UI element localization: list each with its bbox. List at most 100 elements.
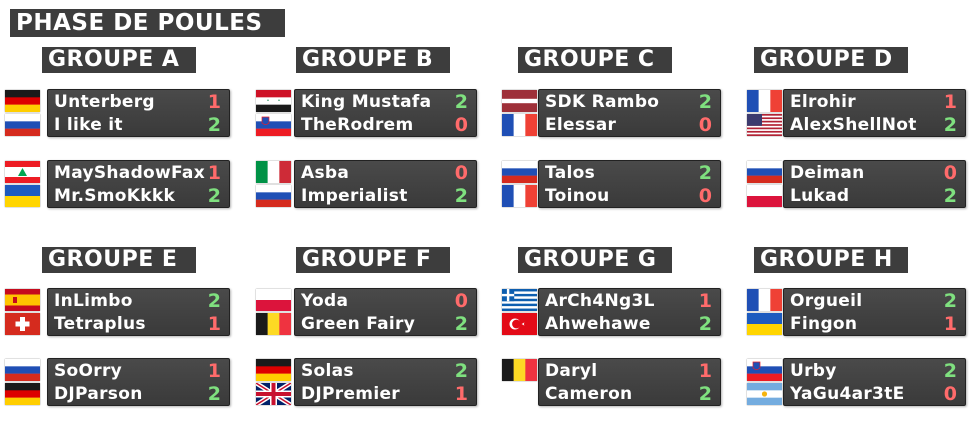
player-row: DJPremier 1 xyxy=(295,383,476,406)
latvia-flag-icon xyxy=(502,90,537,112)
usa-flag-icon xyxy=(747,114,782,136)
player-score: 0 xyxy=(454,162,468,184)
player-score: 1 xyxy=(207,162,221,184)
france-flag-icon xyxy=(747,90,782,112)
match-card[interactable]: Solas 2 DJPremier 1 xyxy=(294,358,477,406)
group-title: GROUPE G xyxy=(518,247,672,273)
player-score: 2 xyxy=(698,162,712,184)
group-title: GROUPE D xyxy=(754,47,908,73)
player-name: Unterberg xyxy=(54,92,155,112)
player-name: Urby xyxy=(790,361,837,381)
france-flag-icon xyxy=(502,114,537,136)
player-score: 2 xyxy=(698,91,712,113)
player-row: InLimbo 2 xyxy=(48,290,229,313)
slovenia-flag-icon xyxy=(256,114,291,136)
slovenia-flag-icon xyxy=(747,359,782,381)
player-row: Talos 2 xyxy=(539,162,720,185)
poland-flag-icon xyxy=(256,289,291,311)
match-card[interactable]: Daryl 1 Cameron 2 xyxy=(538,358,721,406)
player-score: 2 xyxy=(454,313,468,335)
russia-flag-icon xyxy=(5,114,40,136)
france-flag-icon xyxy=(747,289,782,311)
argentina-flag-icon xyxy=(747,383,782,405)
germany-flag-icon xyxy=(256,359,291,381)
player-score: 2 xyxy=(454,185,468,207)
player-score: 0 xyxy=(698,114,712,136)
match-card[interactable]: MayShadowFax 1 Mr.SmoKkkk 2 xyxy=(47,160,230,208)
player-name: Lukad xyxy=(790,186,850,206)
group-title: GROUPE F xyxy=(296,247,450,273)
player-name: DJParson xyxy=(54,384,143,404)
match-card[interactable]: Unterberg 1 I like it 2 xyxy=(47,89,230,137)
player-name: DJPremier xyxy=(301,384,400,404)
page-title: PHASE DE POULES xyxy=(10,9,285,37)
player-row: ArCh4Ng3L 1 xyxy=(539,290,720,313)
player-row: SoOrry 1 xyxy=(48,360,229,383)
player-row: Deiman 0 xyxy=(784,162,965,185)
player-row: Yoda 0 xyxy=(295,290,476,313)
italy-flag-icon xyxy=(256,161,291,183)
france-flag-icon xyxy=(502,185,537,207)
player-name: Solas xyxy=(301,361,354,381)
group-title: GROUPE H xyxy=(754,247,908,273)
player-score: 1 xyxy=(207,360,221,382)
match-card[interactable]: King Mustafa 2 TheRodrem 0 xyxy=(294,89,477,137)
match-card[interactable]: Deiman 0 Lukad 2 xyxy=(783,160,966,208)
player-row: Mr.SmoKkkk 2 xyxy=(48,185,229,208)
belgium-flag-icon xyxy=(256,313,291,335)
player-row: Elessar 0 xyxy=(539,114,720,137)
player-row: Urby 2 xyxy=(784,360,965,383)
player-score: 2 xyxy=(943,185,957,207)
player-score: 2 xyxy=(207,185,221,207)
player-score: 1 xyxy=(943,91,957,113)
ukraine-flag-icon xyxy=(5,185,40,207)
player-score: 0 xyxy=(943,383,957,405)
syria-flag-icon xyxy=(256,90,291,112)
player-name: Tetraplus xyxy=(54,314,146,334)
player-score: 2 xyxy=(943,290,957,312)
player-score: 0 xyxy=(698,185,712,207)
player-row: I like it 2 xyxy=(48,114,229,137)
match-card[interactable]: Elrohir 1 AlexShellNot 2 xyxy=(783,89,966,137)
match-card[interactable]: SDK Rambo 2 Elessar 0 xyxy=(538,89,721,137)
player-row: Orgueil 2 xyxy=(784,290,965,313)
player-score: 1 xyxy=(943,313,957,335)
player-name: YaGu4ar3tE xyxy=(790,384,905,404)
match-card[interactable]: ArCh4Ng3L 1 Ahwehawe 2 xyxy=(538,288,721,336)
russia-flag-icon xyxy=(747,161,782,183)
player-row: Fingon 1 xyxy=(784,313,965,336)
match-card[interactable]: Asba 0 Imperialist 2 xyxy=(294,160,477,208)
player-score: 2 xyxy=(943,114,957,136)
lebanon-flag-icon xyxy=(5,161,40,183)
player-score: 2 xyxy=(698,313,712,335)
player-name: Deiman xyxy=(790,163,865,183)
match-card[interactable]: Yoda 0 Green Fairy 2 xyxy=(294,288,477,336)
player-score: 2 xyxy=(454,91,468,113)
player-row: Elrohir 1 xyxy=(784,91,965,114)
greece-flag-icon xyxy=(502,289,537,311)
player-name: Imperialist xyxy=(301,186,408,206)
player-name: Mr.SmoKkkk xyxy=(54,186,176,206)
player-name: SDK Rambo xyxy=(545,92,660,112)
match-card[interactable]: SoOrry 1 DJParson 2 xyxy=(47,358,230,406)
player-score: 1 xyxy=(454,383,468,405)
player-score: 1 xyxy=(207,91,221,113)
turkey-flag-icon xyxy=(502,313,537,335)
player-name: Elessar xyxy=(545,115,617,135)
player-name: InLimbo xyxy=(54,291,133,311)
player-name: Ahwehawe xyxy=(545,314,651,334)
russia-flag-icon xyxy=(502,161,537,183)
player-name: MayShadowFax xyxy=(54,163,205,183)
player-score: 2 xyxy=(943,360,957,382)
player-row: YaGu4ar3tE 0 xyxy=(784,383,965,406)
match-card[interactable]: Urby 2 YaGu4ar3tE 0 xyxy=(783,358,966,406)
match-card[interactable]: Talos 2 Toinou 0 xyxy=(538,160,721,208)
player-name: Orgueil xyxy=(790,291,863,311)
group-title: GROUPE A xyxy=(42,47,196,73)
player-row: AlexShellNot 2 xyxy=(784,114,965,137)
player-row: Toinou 0 xyxy=(539,185,720,208)
match-card[interactable]: InLimbo 2 Tetraplus 1 xyxy=(47,288,230,336)
match-card[interactable]: Orgueil 2 Fingon 1 xyxy=(783,288,966,336)
belgium-flag-icon xyxy=(502,359,537,381)
player-score: 0 xyxy=(943,162,957,184)
